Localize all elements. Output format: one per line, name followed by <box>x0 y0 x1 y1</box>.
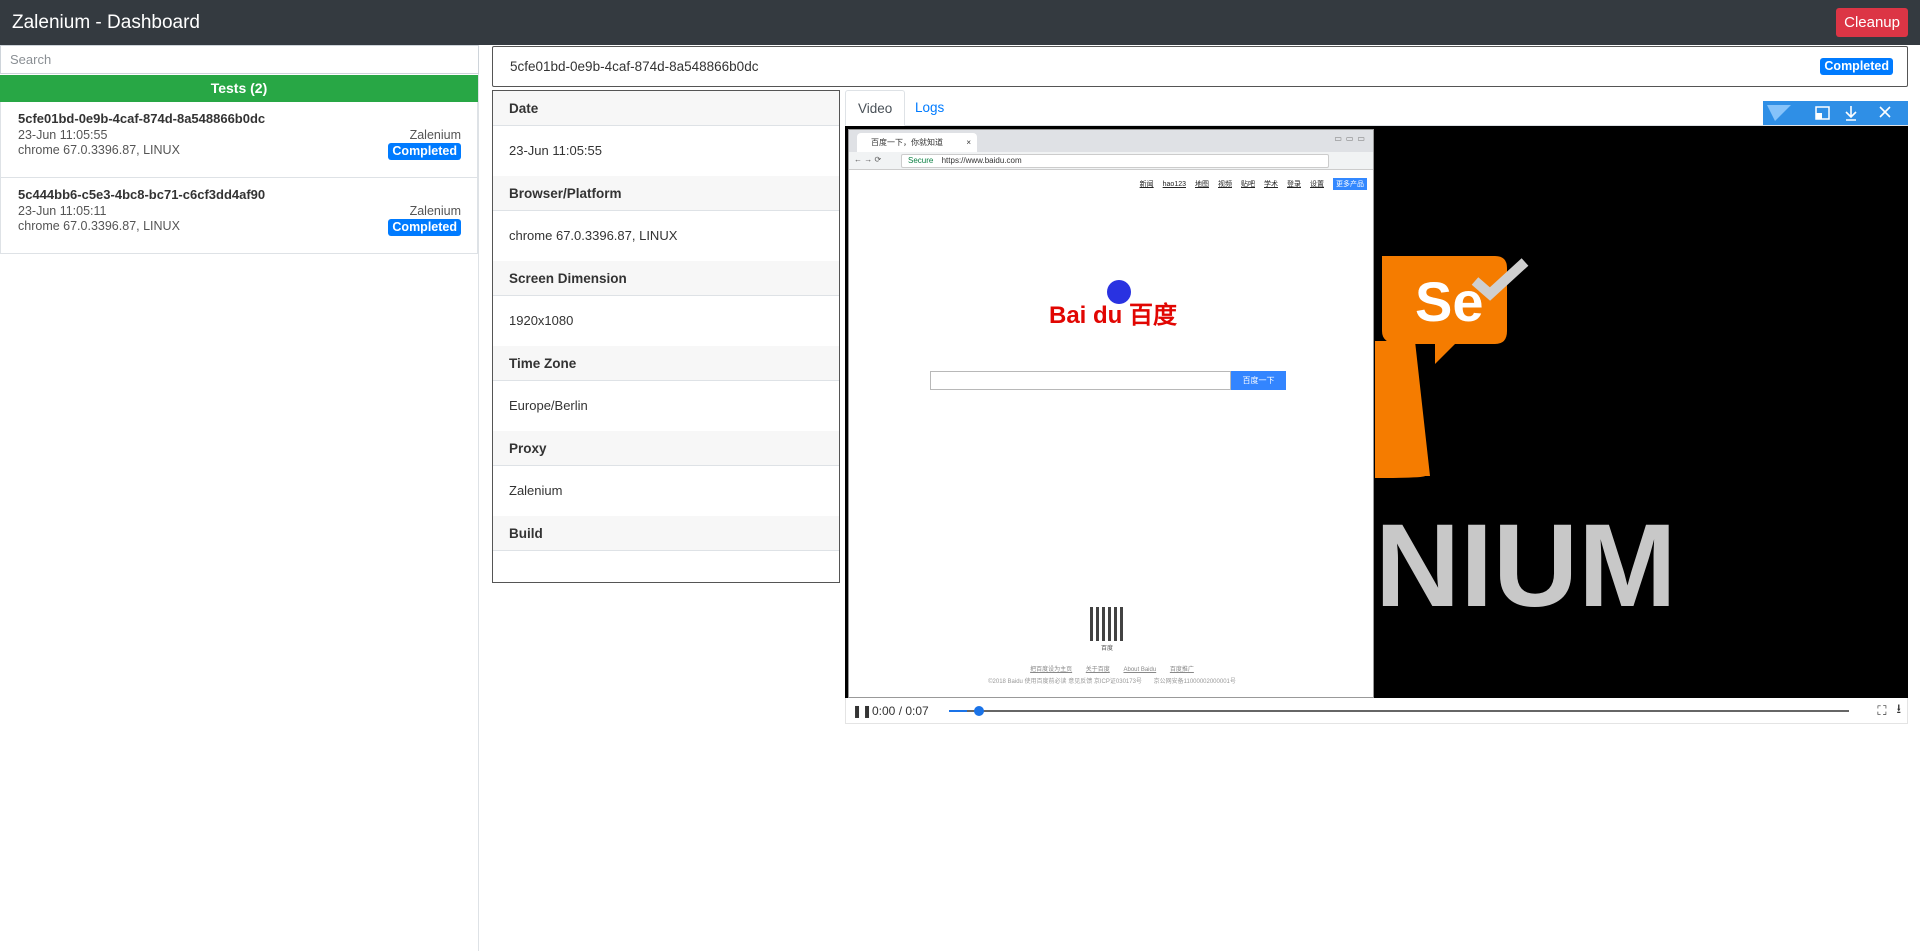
detail-label-build: Build <box>493 516 839 551</box>
test-date: 23-Jun 11:05:11 <box>18 204 107 218</box>
video-player[interactable]: Se NIUM 百度一下，你就知道 × ▭▭▭ ← → ⟳ Secure htt… <box>845 126 1908 698</box>
detail-value-browser: chrome 67.0.3396.87, LINUX <box>509 228 678 243</box>
detail-tabs: Video Logs <box>845 90 1908 126</box>
seek-handle[interactable] <box>973 705 984 716</box>
download-icon[interactable] <box>1845 106 1857 121</box>
test-list-item[interactable]: 5cfe01bd-0e9b-4caf-874d-8a548866b0dc 23-… <box>0 102 478 178</box>
tab-logs[interactable]: Logs <box>903 90 956 126</box>
more-products-button: 更多产品 <box>1333 178 1367 190</box>
baidu-search-button: 百度一下 <box>1231 371 1286 390</box>
test-list-item[interactable]: 5c444bb6-c5e3-4bc8-bc71-c6cf3dd4af90 23-… <box>0 178 478 254</box>
selected-status-badge: Completed <box>1820 58 1893 75</box>
detail-label-date: Date <box>493 91 839 126</box>
z-shape <box>1375 341 1430 478</box>
test-date: 23-Jun 11:05:55 <box>18 128 108 142</box>
qr-code-icon <box>1090 607 1124 641</box>
detail-value-date: 23-Jun 11:05:55 <box>509 143 602 158</box>
download-video-icon[interactable]: ⭳ <box>1896 700 1901 722</box>
top-navbar: Zalenium - Dashboard Cleanup <box>0 0 1920 45</box>
url-text: https://www.baidu.com <box>941 156 1022 165</box>
fullscreen-icon[interactable]: ⛶ <box>1877 703 1886 719</box>
selected-test-id: 5cfe01bd-0e9b-4caf-874d-8a548866b0dc <box>510 59 759 74</box>
detail-label-screen: Screen Dimension <box>493 261 839 296</box>
detail-label-proxy: Proxy <box>493 431 839 466</box>
browser-tabbar: 百度一下，你就知道 × ▭▭▭ <box>849 130 1373 152</box>
app-title: Zalenium - Dashboard <box>12 11 200 33</box>
footer-link: 关于百度 <box>1085 667 1110 673</box>
recorded-browser: 百度一下，你就知道 × ▭▭▭ ← → ⟳ Secure https://www… <box>848 129 1374 698</box>
baidu-nav-link: hao123 <box>1162 180 1186 188</box>
baidu-nav-link: 地图 <box>1195 181 1209 188</box>
detail-value-timezone: Europe/Berlin <box>509 398 588 413</box>
baidu-nav-link: 设置 <box>1310 181 1324 188</box>
baidu-nav-link: 视频 <box>1218 181 1232 188</box>
footer-copy: ©2018 Baidu 使用百度前必读 意见反馈 京ICP证030173号 <box>988 679 1142 685</box>
window-controls-icon: ▭▭▭ <box>1334 134 1369 143</box>
close-icon[interactable] <box>1879 106 1891 118</box>
close-tab-icon: × <box>966 138 971 147</box>
footer-link: 百度推广 <box>1169 667 1194 673</box>
footer-beian: 京公网安备11000002000001号 <box>1153 679 1236 685</box>
detail-label-browser: Browser/Platform <box>493 176 839 211</box>
video-time: 0:00 / 0:07 <box>872 703 929 718</box>
baidu-nav-link: 贴吧 <box>1241 181 1255 188</box>
logo-icon <box>1767 105 1791 121</box>
sidebar: Tests (2) 5cfe01bd-0e9b-4caf-874d-8a5488… <box>0 45 479 951</box>
baidu-footer-links: 把百度设为主页 关于百度 About Baidu 百度推广 <box>849 664 1375 673</box>
baidu-copyright: ©2018 Baidu 使用百度前必读 意见反馈 京ICP证030173号 京公… <box>849 676 1375 685</box>
baidu-nav-link: 新闻 <box>1139 181 1154 188</box>
baidu-search-input <box>930 371 1231 390</box>
pause-icon[interactable]: ❚❚ <box>852 704 872 718</box>
baidu-paw-icon <box>1107 280 1131 304</box>
browser-tab-title: 百度一下，你就知道 <box>871 138 943 147</box>
video-overlay-toolbar <box>1763 101 1908 125</box>
tab-video[interactable]: Video <box>845 90 906 126</box>
secure-label: Secure <box>908 156 934 165</box>
test-platform: chrome 67.0.3396.87, LINUX <box>18 219 180 233</box>
search-input[interactable] <box>0 45 479 74</box>
footer-link: 把百度设为主页 <box>1030 667 1073 673</box>
test-platform: chrome 67.0.3396.87, LINUX <box>18 143 180 157</box>
detail-value-proxy: Zalenium <box>509 483 563 498</box>
baidu-nav: 新闻 hao123 地图 视频 贴吧 学术 登录 设置 更多产品 <box>1140 178 1367 190</box>
test-id: 5c444bb6-c5e3-4bc8-bc71-c6cf3dd4af90 <box>18 187 266 202</box>
browser-addressbar: ← → ⟳ Secure https://www.baidu.com <box>849 152 1373 170</box>
status-badge: Completed <box>388 143 461 160</box>
seek-progress <box>948 709 967 712</box>
test-id: 5cfe01bd-0e9b-4caf-874d-8a548866b0dc <box>18 111 266 126</box>
se-text: Se <box>1415 270 1484 333</box>
detail-value-screen: 1920x1080 <box>509 313 574 328</box>
test-proxy: Zalenium <box>409 204 461 218</box>
pip-icon[interactable] <box>1815 106 1830 120</box>
nav-arrows-icon: ← → ⟳ <box>854 155 882 164</box>
baidu-nav-link: 登录 <box>1287 181 1301 188</box>
test-details-panel: Date 23-Jun 11:05:55 Browser/Platform ch… <box>492 90 840 583</box>
footer-link: About Baidu <box>1123 667 1157 673</box>
video-controls: ❚❚ 0:00 / 0:07 ⛶ ⭳ <box>845 698 1908 724</box>
selected-test-header: 5cfe01bd-0e9b-4caf-874d-8a548866b0dc Com… <box>492 46 1908 87</box>
qr-label: 百度 <box>1100 646 1113 652</box>
cleanup-button[interactable]: Cleanup <box>1836 8 1908 37</box>
nium-text: NIUM <box>1375 500 1677 632</box>
detail-value-build <box>493 551 839 601</box>
status-badge: Completed <box>388 219 461 236</box>
baidu-nav-link: 学术 <box>1264 181 1278 188</box>
video-seek-bar[interactable] <box>948 705 1849 716</box>
test-proxy: Zalenium <box>409 128 461 142</box>
tests-header: Tests (2) <box>0 75 478 102</box>
detail-label-timezone: Time Zone <box>493 346 839 381</box>
